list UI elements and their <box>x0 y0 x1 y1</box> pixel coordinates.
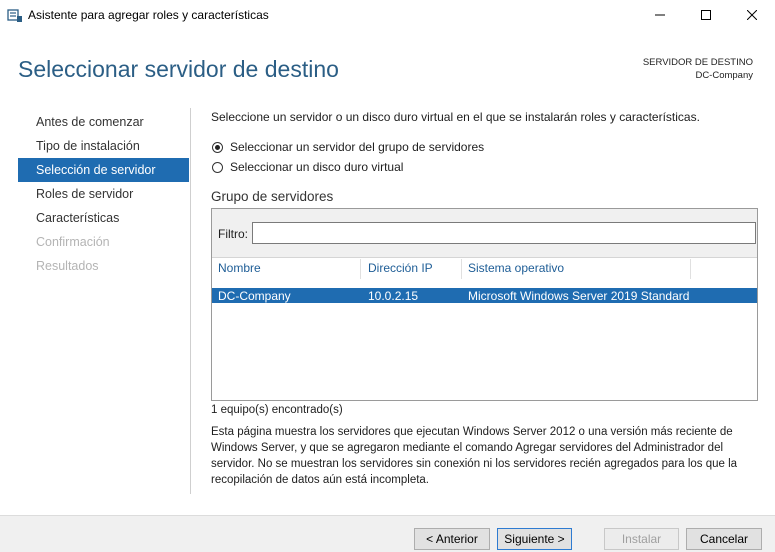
footer-bar: < Anterior Siguiente > Instalar Cancelar <box>0 515 775 552</box>
server-manager-icon <box>7 9 22 22</box>
next-button[interactable]: Siguiente > <box>497 528 572 550</box>
table-row[interactable]: DC-Company 10.0.2.15 Microsoft Windows S… <box>212 288 757 303</box>
close-icon <box>747 10 757 20</box>
result-count: 1 equipo(s) encontrado(s) <box>211 404 343 416</box>
window-title: Asistente para agregar roles y caracterí… <box>28 8 269 22</box>
column-separator[interactable] <box>360 259 361 279</box>
title-bar: Asistente para agregar roles y caracterí… <box>0 0 775 30</box>
column-header-nombre[interactable]: Nombre <box>218 261 261 279</box>
server-pool-list: Filtro: Nombre Dirección IP Sistema oper… <box>211 208 758 401</box>
nav-item-tipo-de-instalacion[interactable]: Tipo de instalación <box>18 134 189 158</box>
radio-checked-icon[interactable] <box>212 141 223 153</box>
nav-item-resultados: Resultados <box>36 259 99 273</box>
nav-item-seleccion-de-servidor[interactable]: Selección de servidor <box>18 158 189 182</box>
nav-item-confirmacion: Confirmación <box>36 235 110 249</box>
nav-divider <box>190 108 191 494</box>
install-button: Instalar <box>604 528 679 550</box>
wizard-nav: Antes de comenzar Tipo de instalación Se… <box>18 110 189 278</box>
column-header-os[interactable]: Sistema operativo <box>468 261 564 279</box>
filter-input[interactable] <box>252 222 756 244</box>
nav-item-antes-de-comenzar[interactable]: Antes de comenzar <box>18 110 189 134</box>
back-button[interactable]: < Anterior <box>414 528 490 550</box>
intro-text: Seleccione un servidor o un disco duro v… <box>211 110 700 124</box>
destination-value: DC-Company <box>695 70 753 81</box>
minimize-button[interactable] <box>637 0 683 30</box>
maximize-icon <box>701 10 711 20</box>
page-title: Seleccionar servidor de destino <box>18 56 339 82</box>
server-pool-title: Grupo de servidores <box>211 189 334 204</box>
column-header-ip[interactable]: Dirección IP <box>368 261 433 279</box>
minimize-icon <box>655 14 665 16</box>
radio-unchecked-icon[interactable] <box>212 161 223 173</box>
radio-virtual-disk[interactable]: Seleccionar un disco duro virtual <box>212 160 403 174</box>
cell-ip: 10.0.2.15 <box>368 289 419 303</box>
column-separator[interactable] <box>690 259 691 279</box>
radio-server-pool-label: Seleccionar un servidor del grupo de ser… <box>230 140 485 154</box>
nav-item-roles-de-servidor[interactable]: Roles de servidor <box>18 182 189 206</box>
description-text: Esta página muestra los servidores que e… <box>211 426 738 486</box>
filter-bar: Filtro: <box>212 209 757 258</box>
filter-label: Filtro: <box>218 227 248 241</box>
column-separator[interactable] <box>461 259 462 279</box>
cancel-button[interactable]: Cancelar <box>686 528 762 550</box>
maximize-button[interactable] <box>683 0 729 30</box>
cell-name: DC-Company <box>218 289 291 303</box>
destination-server-info: SERVIDOR DE DESTINO DC-Company <box>643 56 753 82</box>
cell-os: Microsoft Windows Server 2019 Standard <box>468 289 690 303</box>
radio-virtual-disk-label: Seleccionar un disco duro virtual <box>230 160 404 174</box>
destination-label: SERVIDOR DE DESTINO <box>642 57 753 68</box>
radio-server-pool[interactable]: Seleccionar un servidor del grupo de ser… <box>212 140 484 154</box>
close-button[interactable] <box>729 0 775 30</box>
nav-item-caracteristicas[interactable]: Características <box>18 206 189 230</box>
